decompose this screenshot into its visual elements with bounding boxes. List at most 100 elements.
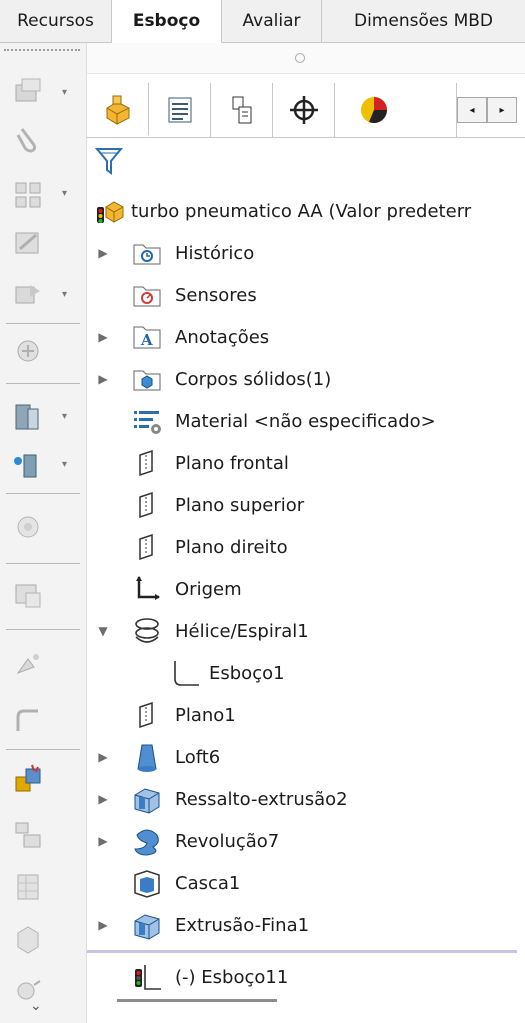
feature-manager-icon bbox=[106, 95, 129, 125]
tree-item-corpos-solidos[interactable]: ▶ Corpos sólidos(1) bbox=[87, 359, 525, 399]
extrude-icon bbox=[131, 909, 163, 941]
strip-grip[interactable] bbox=[4, 49, 80, 54]
tree-item-casca1[interactable]: Casca1 bbox=[87, 863, 525, 903]
tree-item-helice-espiral[interactable]: ▼ Hélice/Espiral1 bbox=[87, 611, 525, 651]
tree-item-historico[interactable]: ▶ Histórico bbox=[87, 233, 525, 273]
tree-item-ressalto-extrusao2[interactable]: ▶ Ressalto-extrusão2 bbox=[87, 779, 525, 819]
tree-item-material[interactable]: Material <não especificado> bbox=[87, 401, 525, 441]
move-icon[interactable] bbox=[10, 333, 46, 369]
sketch-command-strip: ▾ ▾ ▾ ▾ ▾ ⌄ bbox=[0, 43, 87, 1023]
mirror-icon[interactable] bbox=[10, 447, 46, 483]
plane-icon bbox=[131, 489, 163, 521]
toolbar-separator bbox=[6, 629, 80, 630]
tree-item-label: Sensores bbox=[175, 284, 257, 306]
tree-item-label: Origem bbox=[175, 578, 242, 600]
tree-item-loft6[interactable]: ▶ Loft6 bbox=[87, 737, 525, 777]
toolbar-separator bbox=[6, 563, 80, 564]
panel-grip[interactable] bbox=[87, 43, 525, 74]
tree-item-plano-superior[interactable]: Plano superior bbox=[87, 485, 525, 525]
repair-icon[interactable] bbox=[10, 225, 46, 261]
smart-dimension-icon[interactable] bbox=[10, 399, 46, 435]
grip-icon bbox=[295, 53, 305, 63]
tab-dimensoes-mbd[interactable]: Dimensões MBD bbox=[322, 0, 525, 42]
block-icon[interactable] bbox=[10, 817, 46, 853]
scroll-right-button[interactable]: ▸ bbox=[487, 97, 517, 123]
expand-arrow-icon[interactable]: ▶ bbox=[97, 750, 109, 764]
expand-arrow-icon[interactable]: ▶ bbox=[97, 792, 109, 806]
expand-arrow-icon[interactable]: ▶ bbox=[97, 834, 109, 848]
tree-item-revolucao7[interactable]: ▶ Revolução7 bbox=[87, 821, 525, 861]
chevron-down-icon[interactable]: ⌄ bbox=[30, 998, 42, 1014]
color-sketch-icon[interactable] bbox=[10, 761, 46, 797]
tree-item-label: Loft6 bbox=[175, 746, 221, 768]
feature-manager-tabs: ◂ ▸ bbox=[87, 83, 525, 138]
svg-text:A: A bbox=[140, 331, 153, 349]
tree-item-label: Plano frontal bbox=[175, 452, 289, 474]
tree-item-plano1[interactable]: Plano1 bbox=[87, 695, 525, 735]
plane-icon bbox=[131, 447, 163, 479]
property-manager-tab[interactable] bbox=[149, 83, 211, 137]
3d-sketch-icon[interactable] bbox=[10, 921, 46, 957]
filter-icon[interactable] bbox=[94, 146, 124, 176]
tree-item-label: Histórico bbox=[175, 242, 255, 264]
tree-item-extrusao-fina1[interactable]: ▶ Extrusão-Fina1 bbox=[87, 905, 525, 945]
instant2d-icon[interactable] bbox=[10, 577, 46, 613]
dropdown-arrow-icon[interactable]: ▾ bbox=[62, 411, 67, 422]
tree-item-label: (-) Esboço11 bbox=[175, 966, 289, 988]
tree-item-plano-direito[interactable]: Plano direito bbox=[87, 527, 525, 567]
sketch-entities-icon[interactable] bbox=[10, 73, 46, 109]
plane-icon bbox=[131, 531, 163, 563]
dimxpert-manager-icon bbox=[289, 96, 318, 124]
relations-icon[interactable] bbox=[10, 509, 46, 545]
fillet-icon[interactable] bbox=[10, 703, 46, 739]
dropdown-arrow-icon[interactable]: ▾ bbox=[62, 188, 67, 199]
convert-icon[interactable] bbox=[10, 277, 46, 313]
tree-item-label: Ressalto-extrusão2 bbox=[175, 788, 348, 810]
tree-item-part[interactable]: turbo pneumatico AA (Valor predeterr bbox=[87, 191, 525, 231]
helix-icon bbox=[131, 615, 163, 647]
expand-arrow-icon[interactable]: ▶ bbox=[97, 246, 109, 260]
annotations-icon: A bbox=[131, 321, 163, 353]
configuration-manager-icon bbox=[232, 96, 251, 124]
toolbar-separator bbox=[6, 493, 80, 494]
revolve-icon bbox=[131, 825, 163, 857]
tab-esboco[interactable]: Esboço bbox=[112, 0, 222, 43]
tree-item-esboco11[interactable]: (-) Esboço11 bbox=[87, 957, 525, 997]
expand-arrow-icon[interactable]: ▶ bbox=[97, 330, 109, 344]
tree-item-label: Plano direito bbox=[175, 536, 288, 558]
tab-scroll-buttons: ◂ ▸ bbox=[457, 97, 523, 123]
tree-item-label: Material <não especificado> bbox=[175, 410, 436, 432]
origin-icon bbox=[131, 573, 163, 605]
dropdown-arrow-icon[interactable]: ▾ bbox=[62, 87, 67, 98]
dropdown-arrow-icon[interactable]: ▾ bbox=[62, 289, 67, 300]
tree-item-label: Anotações bbox=[175, 326, 270, 348]
clip-icon[interactable] bbox=[10, 121, 46, 157]
rapid-sketch-icon[interactable] bbox=[10, 647, 46, 683]
tree-item-sensores[interactable]: Sensores bbox=[87, 275, 525, 315]
plane-icon bbox=[131, 699, 163, 731]
part-icon bbox=[93, 195, 125, 227]
configuration-manager-tab[interactable] bbox=[211, 83, 273, 137]
history-folder-icon bbox=[131, 237, 163, 269]
tree-item-esboco1[interactable]: Esboço1 bbox=[87, 653, 525, 693]
rollback-bar[interactable] bbox=[87, 950, 517, 953]
tree-item-label: Casca1 bbox=[175, 872, 241, 894]
dimxpert-manager-tab[interactable] bbox=[273, 83, 335, 137]
scroll-left-button[interactable]: ◂ bbox=[457, 97, 487, 123]
collapse-arrow-icon[interactable]: ▼ bbox=[97, 624, 109, 638]
tree-item-origem[interactable]: Origem bbox=[87, 569, 525, 609]
dropdown-arrow-icon[interactable]: ▾ bbox=[62, 459, 67, 470]
display-manager-tab[interactable] bbox=[335, 83, 457, 137]
sketch-icon bbox=[171, 657, 203, 689]
tree-item-plano-frontal[interactable]: Plano frontal bbox=[87, 443, 525, 483]
expand-arrow-icon[interactable]: ▶ bbox=[97, 372, 109, 386]
feature-manager-tab[interactable] bbox=[87, 83, 149, 137]
tree-item-anotacoes[interactable]: ▶ A Anotações bbox=[87, 317, 525, 357]
horizontal-scrollbar[interactable] bbox=[117, 999, 277, 1002]
tab-avaliar[interactable]: Avaliar bbox=[222, 0, 322, 42]
expand-arrow-icon[interactable]: ▶ bbox=[97, 918, 109, 932]
pattern-icon[interactable] bbox=[10, 177, 46, 213]
tab-recursos[interactable]: Recursos bbox=[0, 0, 112, 42]
tree-item-label: Hélice/Espiral1 bbox=[175, 620, 309, 642]
grid-icon[interactable] bbox=[10, 869, 46, 905]
